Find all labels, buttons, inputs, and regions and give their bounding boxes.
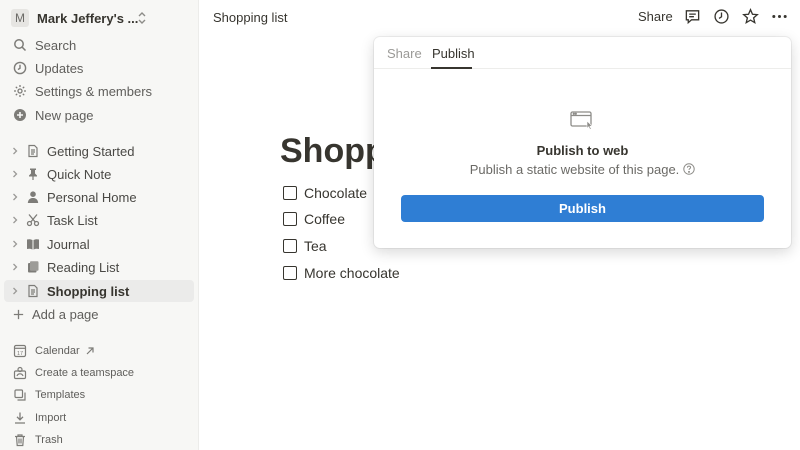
- sidebar-tool-label: Create a teamspace: [35, 367, 135, 379]
- sidebar-tool-calendar[interactable]: 17 Calendar: [6, 341, 194, 361]
- templates-icon: [12, 387, 28, 403]
- chevron-right-icon[interactable]: [9, 285, 21, 297]
- star-icon[interactable]: [741, 7, 759, 25]
- publish-button[interactable]: Publish: [401, 195, 764, 222]
- sidebar-page-task-list[interactable]: Task List: [4, 209, 194, 231]
- sidebar-page-personal-home[interactable]: Personal Home: [4, 186, 194, 208]
- sidebar-tool-label: Calendar: [35, 345, 80, 357]
- todo-item[interactable]: Chocolate: [283, 183, 367, 203]
- tab-publish[interactable]: Publish: [432, 46, 475, 61]
- sidebar-page-getting-started[interactable]: Getting Started: [4, 140, 194, 162]
- sidebar-page-label: Personal Home: [47, 189, 137, 205]
- sidebar-tool-label: Trash: [35, 434, 63, 446]
- todo-label[interactable]: More chocolate: [304, 265, 400, 281]
- sidebar-item-label: Search: [35, 37, 77, 53]
- sidebar-page-quick-note[interactable]: Quick Note: [4, 163, 194, 185]
- search-icon: [12, 37, 28, 53]
- sidebar-item-new-page[interactable]: New page: [6, 104, 194, 126]
- todo-label[interactable]: Tea: [304, 238, 327, 254]
- todo-label[interactable]: Chocolate: [304, 185, 367, 201]
- publish-description-text: Publish a static website of this page.: [469, 162, 680, 177]
- sidebar-item-search[interactable]: Search: [6, 34, 194, 56]
- sidebar-item-updates[interactable]: Updates: [6, 57, 194, 79]
- calendar-icon-day: 17: [17, 351, 23, 357]
- todo-item[interactable]: Coffee: [283, 209, 345, 229]
- active-tab-indicator: [431, 67, 472, 69]
- chevron-right-icon[interactable]: [9, 168, 21, 180]
- chevron-right-icon[interactable]: [9, 238, 21, 250]
- sidebar: M Mark Jeffery's ... Search Updates Sett…: [0, 0, 199, 450]
- document-icon: [25, 283, 41, 299]
- clock-icon: [12, 60, 28, 76]
- sidebar-tool-trash[interactable]: Trash: [6, 430, 194, 450]
- comment-icon[interactable]: [683, 7, 701, 25]
- publish-heading: Publish to web: [536, 143, 629, 158]
- browser-window-icon: [570, 111, 593, 130]
- chevron-right-icon[interactable]: [9, 261, 21, 273]
- help-circle-icon[interactable]: [683, 163, 695, 175]
- sidebar-page-reading-list[interactable]: Reading List: [4, 256, 194, 278]
- book-icon: [25, 236, 41, 252]
- gear-icon: [12, 83, 28, 99]
- chevron-right-icon[interactable]: [9, 214, 21, 226]
- sidebar-item-label: Settings & members: [35, 83, 153, 99]
- todo-checkbox[interactable]: [283, 212, 297, 226]
- books-icon: [25, 259, 41, 275]
- sidebar-tool-label: Import: [35, 412, 67, 424]
- sidebar-tool-templates[interactable]: Templates: [6, 385, 194, 405]
- workspace-avatar: M: [11, 9, 29, 27]
- sidebar-item-label: Updates: [35, 60, 84, 76]
- todo-checkbox[interactable]: [283, 266, 297, 280]
- sidebar-tool-import[interactable]: Import: [6, 408, 194, 428]
- plus-circle-icon: [12, 107, 28, 123]
- document-icon: [25, 143, 41, 159]
- sidebar-page-label: Task List: [47, 212, 98, 228]
- sidebar-page-label: Shopping list: [47, 283, 130, 299]
- more-horizontal-icon[interactable]: [770, 7, 788, 25]
- sidebar-page-shopping-list[interactable]: Shopping list: [4, 280, 194, 302]
- person-icon: [25, 189, 41, 205]
- sidebar-item-settings[interactable]: Settings & members: [6, 80, 194, 102]
- todo-checkbox[interactable]: [283, 186, 297, 200]
- calendar-icon: 17: [12, 343, 28, 359]
- breadcrumb-page-title[interactable]: Shopping list: [213, 10, 287, 25]
- tab-share[interactable]: Share: [387, 46, 422, 61]
- sidebar-page-journal[interactable]: Journal: [4, 233, 194, 255]
- chevron-right-icon[interactable]: [9, 145, 21, 157]
- chevron-right-icon[interactable]: [9, 191, 21, 203]
- workspace-name: Mark Jeffery's ...: [37, 10, 139, 26]
- scissors-icon: [25, 212, 41, 228]
- workspace-switcher[interactable]: M Mark Jeffery's ...: [6, 5, 194, 31]
- sidebar-page-label: Reading List: [47, 259, 120, 275]
- arrow-up-right-icon: [86, 347, 94, 355]
- sidebar-page-label: Getting Started: [47, 143, 135, 159]
- history-clock-icon[interactable]: [712, 7, 730, 25]
- share-button[interactable]: Share: [638, 9, 673, 24]
- plus-icon: [10, 306, 26, 322]
- chevron-updown-icon: [138, 12, 146, 24]
- todo-item[interactable]: More chocolate: [283, 263, 400, 283]
- todo-item[interactable]: Tea: [283, 236, 327, 256]
- sidebar-tool-label: Templates: [35, 389, 86, 401]
- todo-label[interactable]: Coffee: [304, 211, 345, 227]
- sidebar-page-label: Quick Note: [47, 166, 112, 182]
- trash-icon: [12, 432, 28, 448]
- publish-description: Publish a static website of this page.: [374, 162, 791, 177]
- add-page-label: Add a page: [32, 306, 99, 322]
- import-icon: [12, 410, 28, 426]
- add-page-button[interactable]: Add a page: [6, 303, 194, 325]
- todo-checkbox[interactable]: [283, 239, 297, 253]
- sidebar-page-label: Journal: [47, 236, 90, 252]
- share-publish-popover: Share Publish Publish to web Publish a s…: [374, 37, 791, 248]
- popover-tabs: Share Publish: [374, 37, 791, 69]
- pin-icon: [25, 166, 41, 182]
- sidebar-item-label: New page: [35, 107, 94, 123]
- teamspace-icon: [12, 365, 28, 381]
- sidebar-tool-create-teamspace[interactable]: Create a teamspace: [6, 363, 194, 383]
